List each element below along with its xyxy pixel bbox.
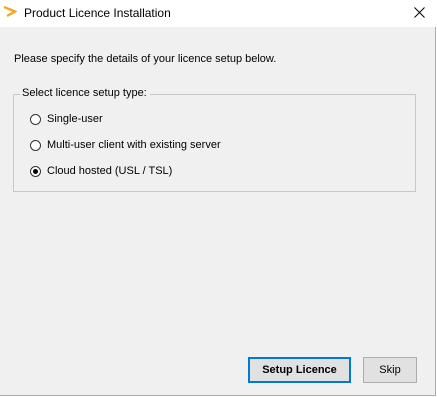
setup-licence-button[interactable]: Setup Licence — [248, 357, 351, 383]
skip-button[interactable]: Skip — [363, 357, 417, 383]
dialog-window: Product Licence Installation Please spec… — [0, 0, 436, 396]
option-label: Single-user — [47, 113, 103, 125]
intro-text: Please specify the details of your licen… — [14, 53, 277, 65]
licence-type-group: Select licence setup type: Single-user M… — [13, 87, 416, 192]
window-title: Product Licence Installation — [24, 6, 171, 20]
radio-single-user[interactable] — [30, 113, 41, 125]
option-single-user[interactable]: Single-user — [30, 111, 103, 127]
group-legend: Select licence setup type: — [20, 87, 150, 99]
close-icon — [413, 5, 425, 23]
option-label: Multi-user client with existing server — [47, 139, 221, 151]
radio-cloud-hosted[interactable] — [30, 165, 41, 177]
dialog-body: Please specify the details of your licen… — [0, 27, 435, 395]
app-logo-icon — [3, 5, 18, 18]
title-bar[interactable]: Product Licence Installation — [0, 0, 436, 27]
option-multi-user[interactable]: Multi-user client with existing server — [30, 137, 221, 153]
option-cloud-hosted[interactable]: Cloud hosted (USL / TSL) — [30, 163, 172, 179]
option-label: Cloud hosted (USL / TSL) — [47, 165, 173, 177]
radio-multi-user[interactable] — [30, 139, 41, 151]
close-button[interactable] — [402, 0, 436, 27]
